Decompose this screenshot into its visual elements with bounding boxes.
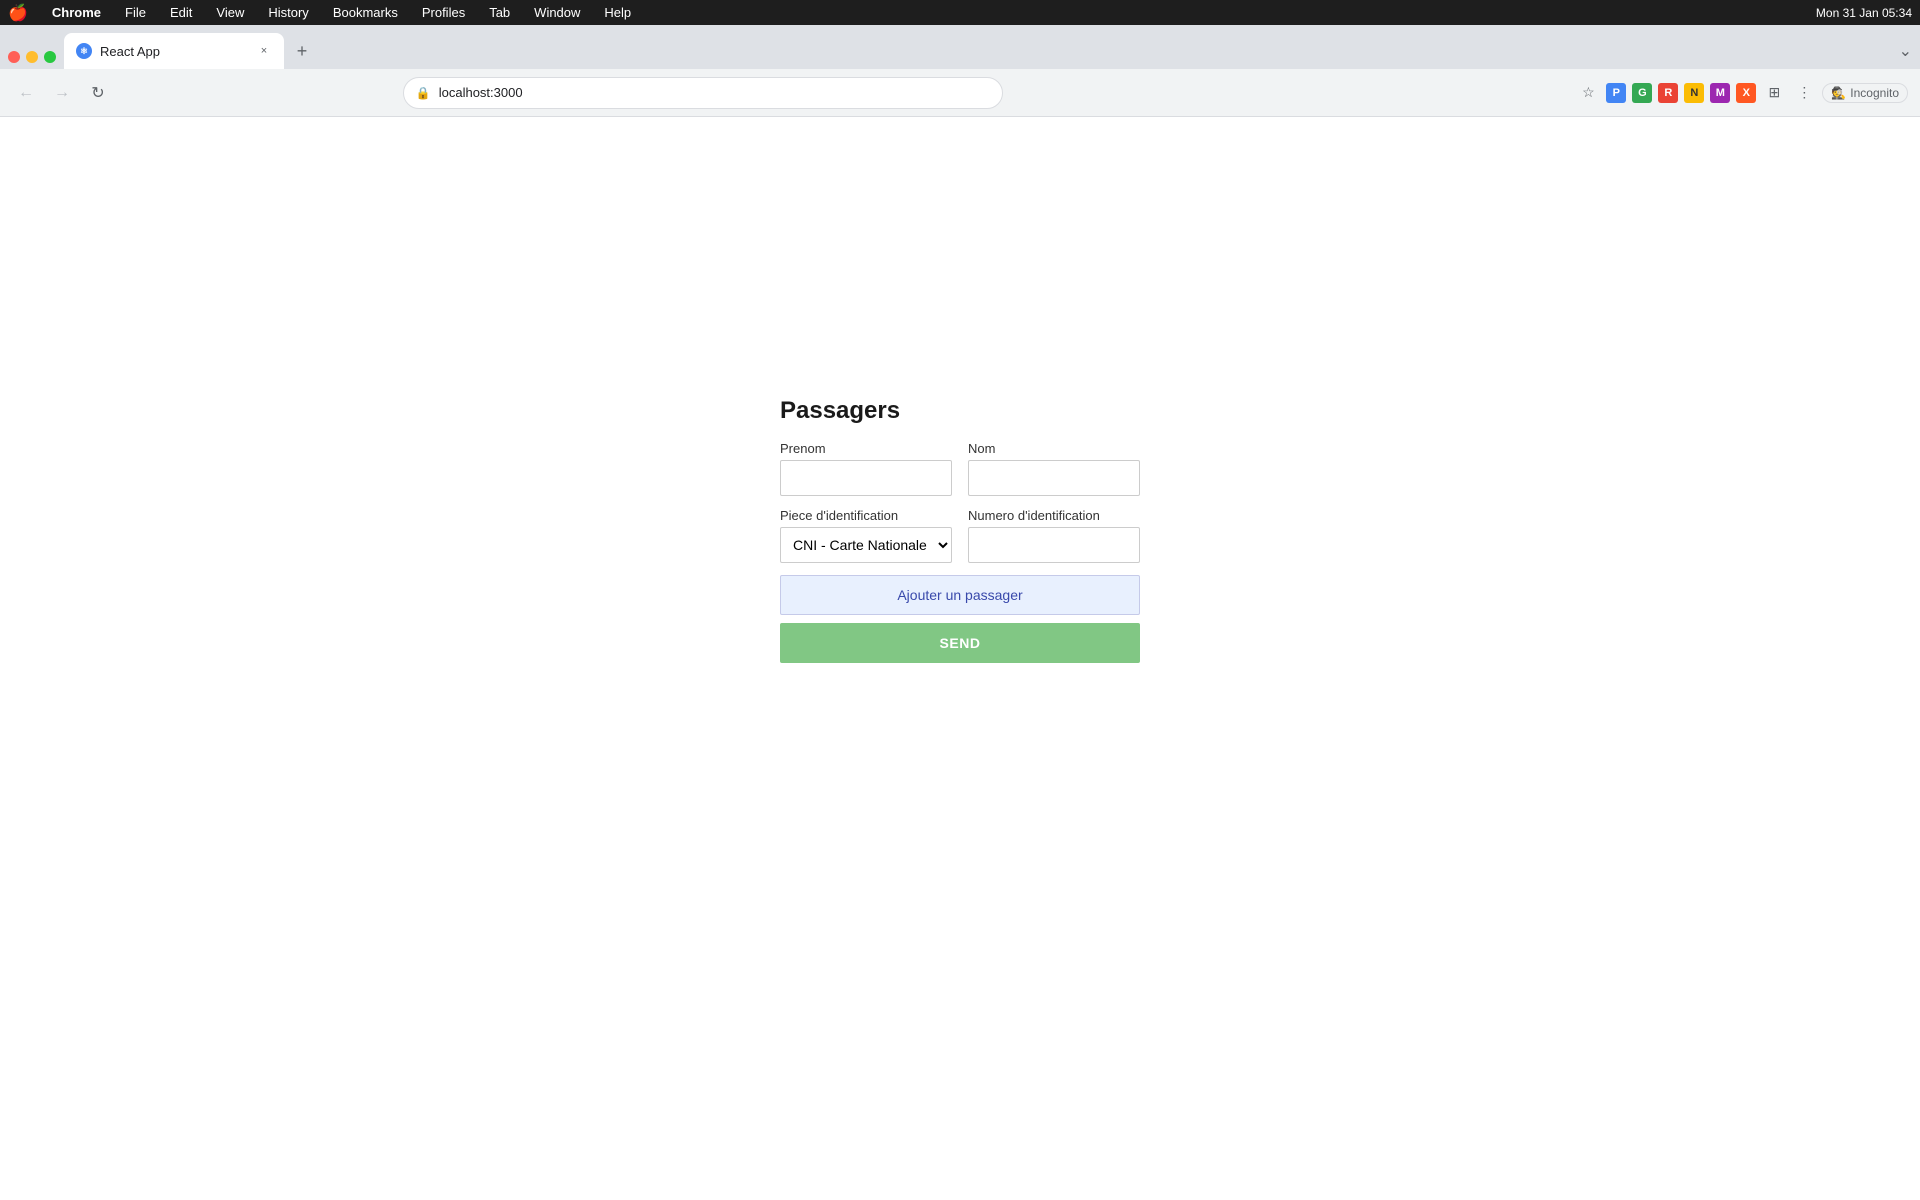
lock-icon: 🔒 (416, 86, 431, 100)
piece-label: Piece d'identification (780, 508, 952, 523)
numero-group: Numero d'identification (968, 508, 1140, 563)
tab-favicon: ⚛ (76, 43, 92, 59)
more-menu-button[interactable]: ⋮ (1792, 81, 1816, 105)
ext-icon-4[interactable]: N (1684, 83, 1704, 103)
menu-help[interactable]: Help (600, 3, 635, 22)
send-button[interactable]: SEND (780, 623, 1140, 663)
id-row: Piece d'identification CNI - Carte Natio… (780, 508, 1140, 563)
form-title: Passagers (780, 397, 1140, 425)
ext-icon-2[interactable]: G (1632, 83, 1652, 103)
menu-tab[interactable]: Tab (485, 3, 514, 22)
url-bar[interactable]: 🔒 localhost:3000 (403, 77, 1003, 109)
tab-title: React App (100, 44, 248, 59)
incognito-badge[interactable]: 🕵 Incognito (1822, 83, 1908, 103)
add-passager-button[interactable]: Ajouter un passager (780, 575, 1140, 615)
menubar-right: Mon 31 Jan 05:34 (1816, 6, 1912, 20)
menu-view[interactable]: View (212, 3, 248, 22)
window-close-button[interactable] (8, 51, 20, 63)
piece-group: Piece d'identification CNI - Carte Natio… (780, 508, 952, 563)
window-maximize-button[interactable] (44, 51, 56, 63)
menu-edit[interactable]: Edit (166, 3, 196, 22)
passagers-form: Passagers Prenom Nom Piece d'identificat… (780, 397, 1140, 663)
ext-icon-5[interactable]: M (1710, 83, 1730, 103)
numero-label: Numero d'identification (968, 508, 1140, 523)
tab-strip-menu[interactable]: ⌄ (1899, 41, 1912, 61)
name-row: Prenom Nom (780, 441, 1140, 496)
apple-menu[interactable]: 🍎 (8, 3, 28, 23)
active-tab[interactable]: ⚛ React App × (64, 33, 284, 69)
menu-window[interactable]: Window (530, 3, 584, 22)
menu-history[interactable]: History (264, 3, 312, 22)
menu-bookmarks[interactable]: Bookmarks (329, 3, 402, 22)
tab-bar-controls: ⌄ (1899, 41, 1912, 61)
toolbar-right: ☆ P G R N M X ⊞ ⋮ 🕵 Incognito (1576, 81, 1908, 105)
nom-group: Nom (968, 441, 1140, 496)
page-content: Passagers Prenom Nom Piece d'identificat… (0, 117, 1920, 1200)
address-bar: ← → ↻ 🔒 localhost:3000 ☆ P G R N M X ⊞ ⋮… (0, 69, 1920, 117)
menu-file[interactable]: File (121, 3, 150, 22)
menu-time: Mon 31 Jan 05:34 (1816, 6, 1912, 20)
ext-icon-3[interactable]: R (1658, 83, 1678, 103)
menu-bar: 🍎 Chrome File Edit View History Bookmark… (0, 0, 1920, 25)
ext-icon-6[interactable]: X (1736, 83, 1756, 103)
menu-chrome[interactable]: Chrome (48, 3, 105, 22)
tab-bar: ⚛ React App × + ⌄ (0, 25, 1920, 69)
nom-input[interactable] (968, 460, 1140, 496)
incognito-label: Incognito (1850, 86, 1899, 100)
incognito-icon: 🕵 (1831, 86, 1846, 100)
ext-icon-1[interactable]: P (1606, 83, 1626, 103)
forward-button[interactable]: → (48, 79, 76, 107)
nom-label: Nom (968, 441, 1140, 456)
url-text: localhost:3000 (439, 85, 523, 100)
menu-profiles[interactable]: Profiles (418, 3, 469, 22)
numero-input[interactable] (968, 527, 1140, 563)
tab-close-button[interactable]: × (256, 43, 272, 59)
back-button[interactable]: ← (12, 79, 40, 107)
prenom-input[interactable] (780, 460, 952, 496)
bookmark-icon[interactable]: ☆ (1576, 81, 1600, 105)
prenom-group: Prenom (780, 441, 952, 496)
window-minimize-button[interactable] (26, 51, 38, 63)
piece-select[interactable]: CNI - Carte Nationale d'Ide (780, 527, 952, 563)
new-tab-button[interactable]: + (288, 37, 316, 65)
prenom-label: Prenom (780, 441, 952, 456)
extensions-button[interactable]: ⊞ (1762, 81, 1786, 105)
reload-button[interactable]: ↻ (84, 79, 112, 107)
